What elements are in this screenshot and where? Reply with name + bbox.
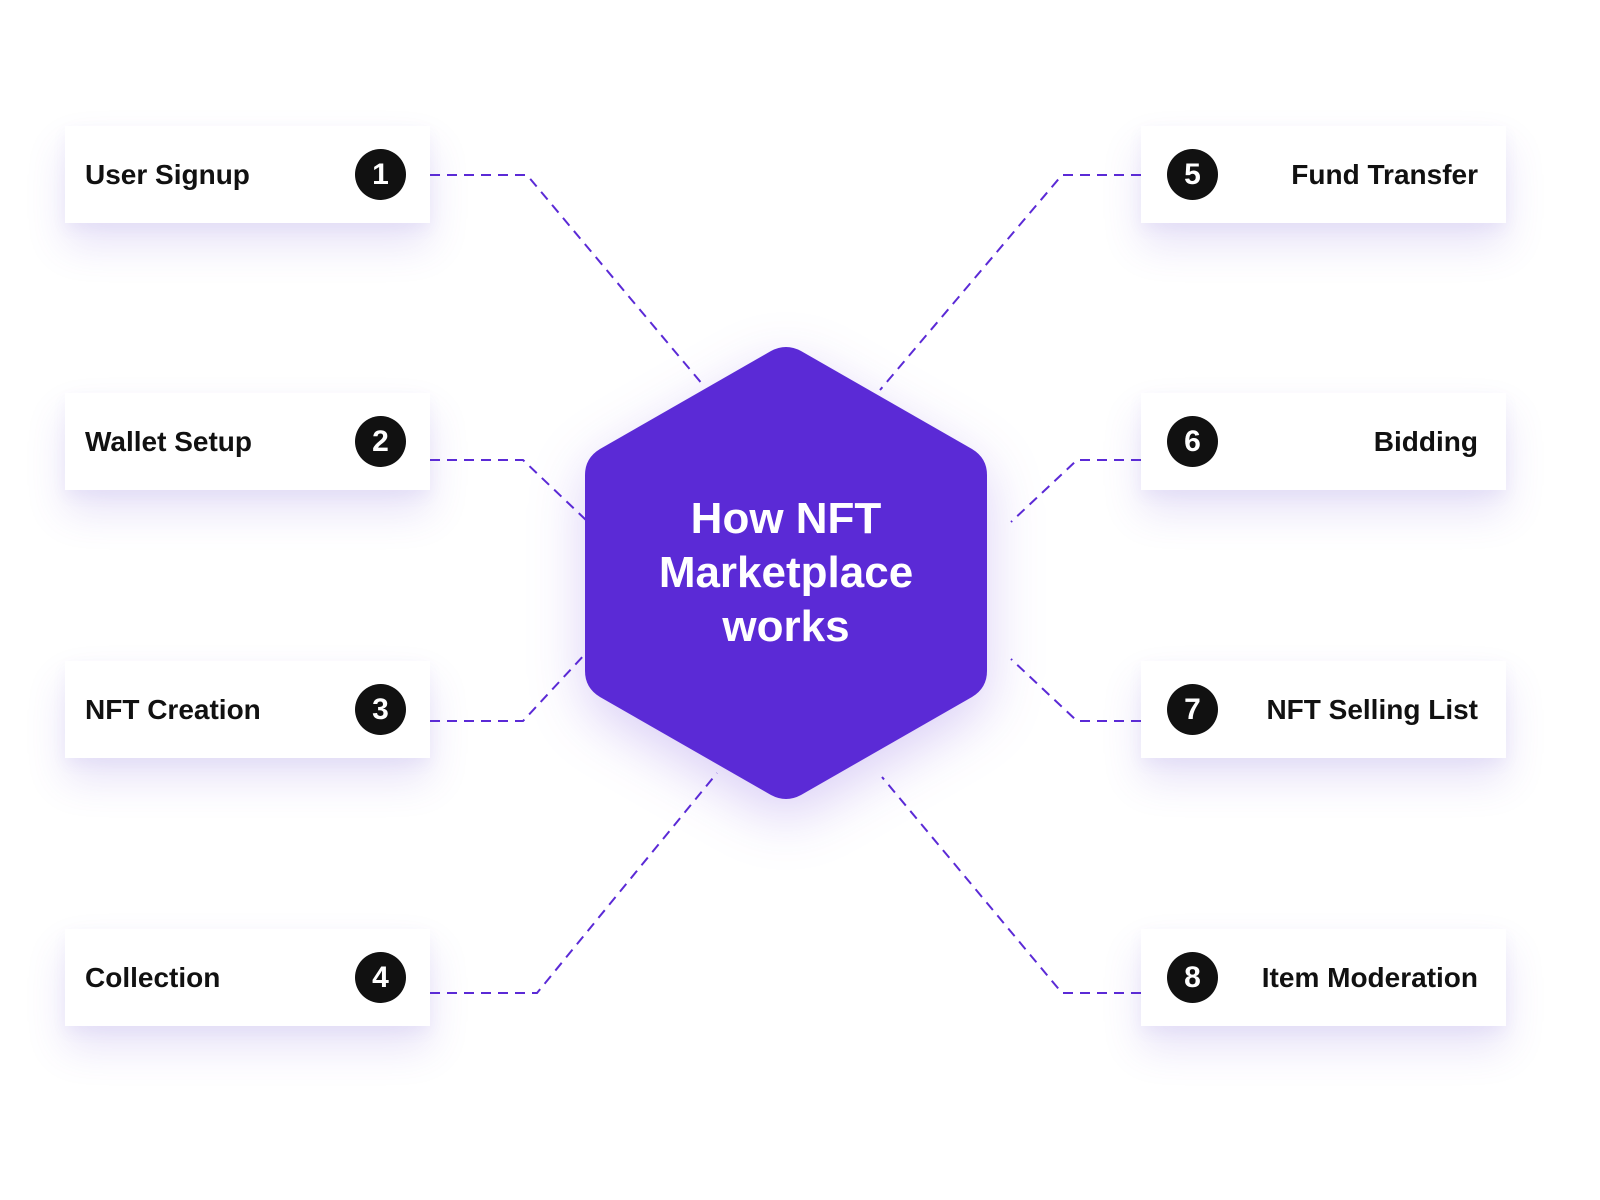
- step-number-badge: 8: [1167, 952, 1218, 1003]
- step-label: Bidding: [1373, 425, 1478, 457]
- step-number-badge: 7: [1167, 684, 1218, 735]
- connector-step-8: [881, 776, 1141, 994]
- step-label: Fund Transfer: [1291, 158, 1478, 190]
- step-number-badge: 2: [355, 416, 406, 467]
- connector-step-4: [430, 772, 718, 994]
- connector-step-7: [1010, 658, 1141, 722]
- step-label: User Signup: [85, 158, 250, 190]
- step-number-badge: 5: [1167, 149, 1218, 200]
- connector-step-3: [430, 652, 587, 722]
- step-card-user-signup: User Signup 1: [65, 126, 430, 223]
- step-number-badge: 6: [1167, 416, 1218, 467]
- step-label: Item Moderation: [1261, 961, 1478, 993]
- step-number-badge: 4: [355, 952, 406, 1003]
- step-card-item-moderation: 8 Item Moderation: [1141, 929, 1506, 1026]
- step-card-fund-transfer: 5 Fund Transfer: [1141, 126, 1506, 223]
- connector-step-2: [430, 459, 587, 521]
- step-card-nft-creation: NFT Creation 3: [65, 661, 430, 758]
- step-card-bidding: 6 Bidding: [1141, 393, 1506, 490]
- step-label: Wallet Setup: [85, 425, 252, 457]
- step-label: NFT Selling List: [1266, 693, 1478, 725]
- step-card-nft-selling-list: 7 NFT Selling List: [1141, 661, 1506, 758]
- step-number-badge: 3: [355, 684, 406, 735]
- step-card-collection: Collection 4: [65, 929, 430, 1026]
- step-number-badge: 1: [355, 149, 406, 200]
- step-label: NFT Creation: [85, 693, 261, 725]
- step-label: Collection: [85, 961, 221, 993]
- connector-step-6: [1010, 459, 1141, 523]
- center-hexagon: How NFT Marketplace works: [585, 343, 987, 803]
- step-card-wallet-setup: Wallet Setup 2: [65, 393, 430, 490]
- center-title: How NFT Marketplace works: [658, 494, 914, 651]
